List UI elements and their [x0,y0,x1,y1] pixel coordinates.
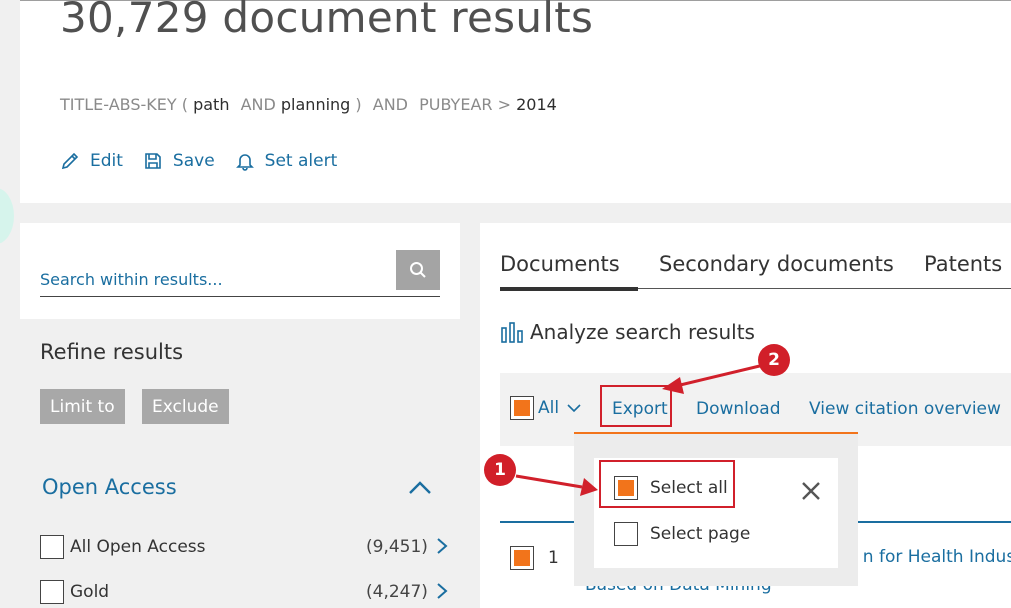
exclude-button[interactable]: Exclude [142,389,229,424]
select-page-option[interactable]: Select page [614,522,750,546]
checkbox[interactable] [40,580,64,604]
analyze-search-results-link[interactable]: Analyze search results [500,320,755,344]
export-highlight-box [600,385,672,427]
download-button[interactable]: Download [696,399,781,419]
page-title: 30,729 document results [60,0,594,42]
side-feedback-tab[interactable] [0,188,14,244]
chevron-down-icon [567,404,581,413]
query-term-path: path [193,95,230,114]
result-checkbox[interactable] [510,546,534,570]
query-actions: Edit Save Set alert [60,151,337,171]
set-alert-button[interactable]: Set alert [235,151,337,171]
annotation-badge-1: 1 [484,454,516,486]
search-within-input[interactable] [40,253,440,297]
limit-to-button[interactable]: Limit to [40,389,125,424]
query-year: 2014 [516,95,557,114]
results-header: 30,729 document results TITLE-ABS-KEY ( … [20,0,1011,203]
bar-chart-icon [501,322,523,343]
filter-count: (9,451) [366,537,428,557]
result-index: 1 [548,548,559,568]
tab-documents[interactable]: Documents [500,252,620,276]
select-all-dropdown[interactable]: All [510,396,581,420]
query-field: TITLE-ABS-KEY [60,95,177,114]
checkbox[interactable] [40,535,64,559]
filter-gold[interactable]: Gold (4,247) [40,579,450,605]
query-field-pubyear: PUBYEAR [419,95,493,114]
annotation-badge-2: 2 [758,344,790,376]
view-citation-overview-button[interactable]: View citation overview [809,399,1001,419]
search-icon [410,262,426,278]
chevron-up-icon[interactable] [406,474,434,502]
select-all-highlight-box [599,460,735,508]
search-within-card [20,223,460,319]
result-row: 1 [510,546,559,570]
filter-count: (4,247) [366,582,428,602]
chevron-right-icon[interactable] [436,537,448,555]
select-dropdown-menu: Select all Select page [574,432,858,586]
tab-patents[interactable]: Patents [924,252,1002,276]
active-tab-indicator [500,287,638,291]
search-query: TITLE-ABS-KEY ( path AND planning ) AND … [60,95,557,114]
select-all-checkbox[interactable] [510,396,534,420]
refine-results-title: Refine results [40,340,184,364]
open-access-heading[interactable]: Open Access [42,475,177,499]
save-icon [145,153,161,169]
save-button[interactable]: Save [143,151,215,171]
filter-all-open-access[interactable]: All Open Access (9,451) [40,534,450,560]
search-button[interactable] [396,250,440,290]
pencil-icon [61,152,79,170]
bell-icon [235,154,254,171]
tab-secondary-documents[interactable]: Secondary documents [659,252,894,276]
close-icon[interactable] [800,480,822,502]
query-term-planning: planning [280,95,351,114]
select-page-option-checkbox[interactable] [614,522,638,546]
edit-button[interactable]: Edit [60,151,123,171]
chevron-right-icon[interactable] [436,582,448,600]
